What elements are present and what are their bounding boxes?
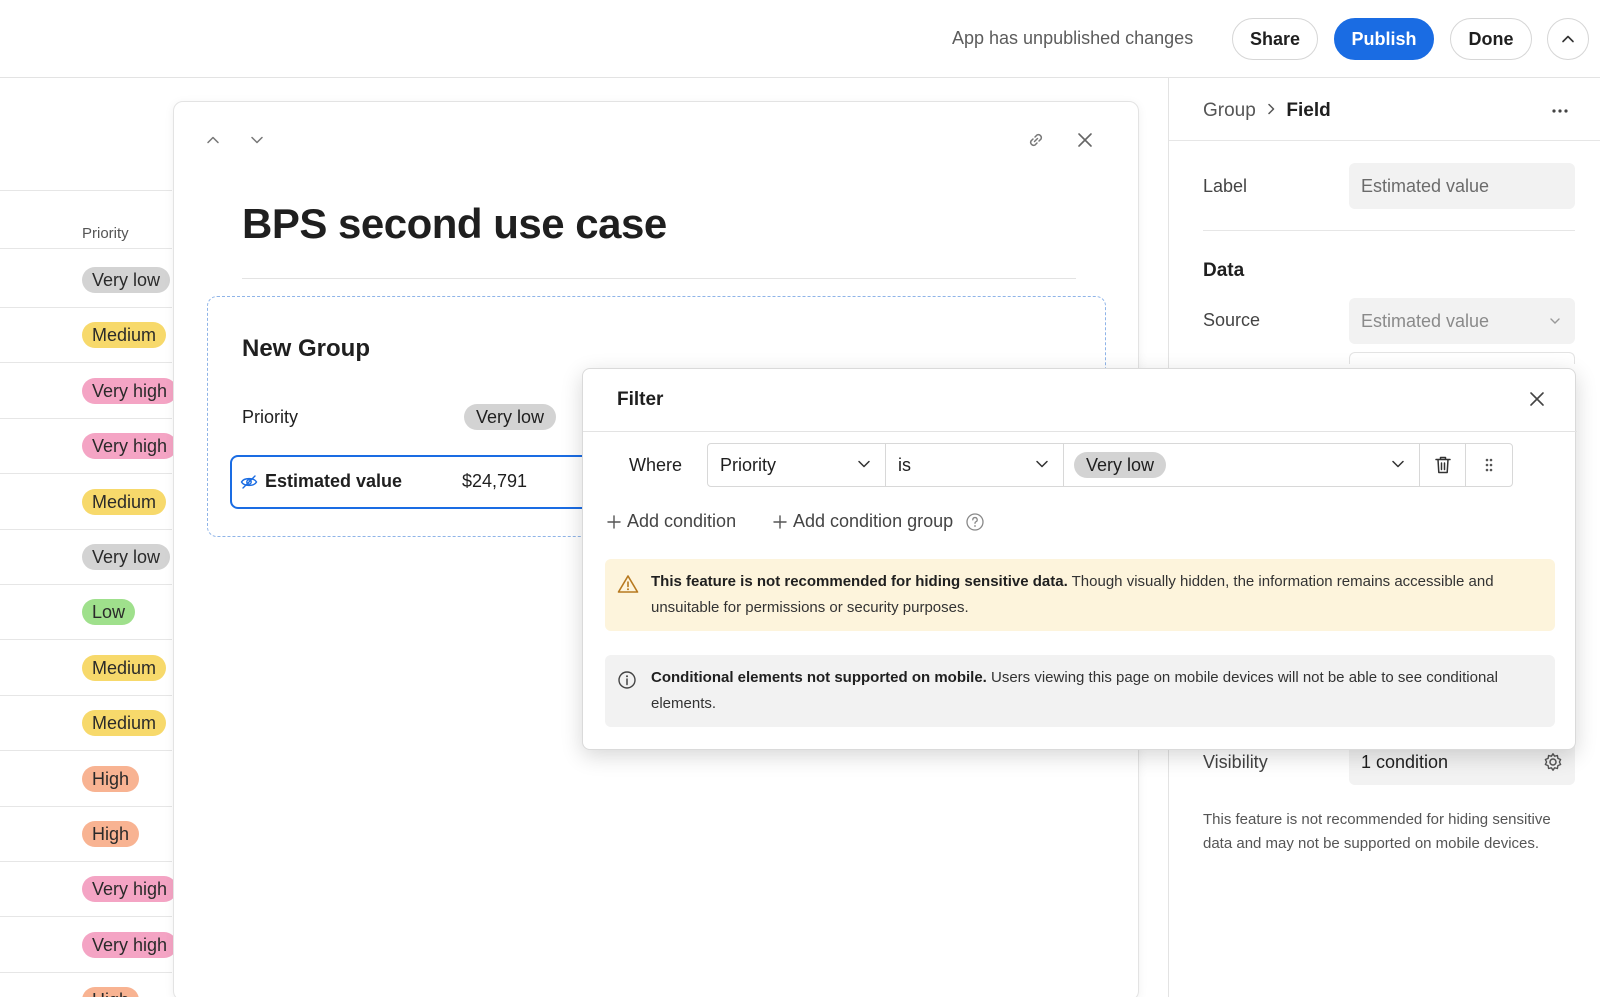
hidden-eye-icon [240,475,258,489]
source-property-label: Source [1203,310,1261,330]
breadcrumb-field: Field [1286,100,1331,121]
chevron-up-icon [207,136,219,144]
label-property-label: Label [1203,176,1248,196]
info-bold-text: Conditional elements not supported on mo… [651,669,987,686]
trash-icon [1434,456,1451,474]
chevron-down-icon [1550,318,1560,324]
estimated-value-amount: $24,791 [462,471,528,491]
drag-handle-icon [1485,458,1493,472]
publish-button[interactable]: Publish [1334,18,1434,60]
drag-handle[interactable] [1466,444,1512,486]
add-condition-group-button[interactable]: Add condition group [773,511,985,532]
condition-operator-select[interactable]: is [886,444,1064,486]
priority-field-label: Priority [242,407,299,427]
plus-icon [607,514,621,529]
info-icon [618,671,636,689]
source-select-value: Estimated value [1361,311,1490,331]
chevron-down-icon [1392,460,1404,468]
priority-pill: Very high [82,876,178,903]
chevron-down-icon [251,136,263,144]
help-icon[interactable] [965,512,985,532]
visibility-conditions-value: 1 condition [1361,752,1449,772]
done-button[interactable]: Done [1450,18,1532,60]
estimated-value-label: Estimated value [265,471,403,491]
priority-pill: Very high [82,377,178,404]
close-filter-button[interactable] [1525,387,1549,411]
unpublished-status: App has unpublished changes [952,28,1194,48]
breadcrumb: Group Field [1203,100,1331,122]
chevron-right-icon [1268,103,1275,115]
close-icon [1078,133,1092,147]
priority-pill: High [82,987,140,997]
priority-pill: Medium [82,322,167,349]
add-condition-group-label: Add condition group [793,511,954,531]
top-bar: App has unpublished changes Share Publis… [0,0,1600,78]
gear-icon[interactable] [1543,752,1563,772]
close-record-button[interactable] [1071,126,1099,154]
next-record-button[interactable] [243,126,271,154]
column-header-priority[interactable]: Priority [82,225,129,242]
where-label: Where [629,455,683,475]
sensitive-data-warning: This feature is not recommended for hidi… [605,559,1555,631]
previous-record-button[interactable] [199,126,227,154]
data-section-heading: Data [1203,260,1245,281]
close-icon [1530,392,1544,406]
condition-value-chip: Very low [1074,452,1167,478]
condition-field-select[interactable]: Priority [708,444,886,486]
breadcrumb-group[interactable]: Group [1203,100,1256,121]
link-icon [1029,133,1043,147]
priority-pill: Very high [82,931,178,958]
add-condition-label: Add condition [627,511,737,531]
warning-icon [617,575,639,593]
mobile-support-info: Conditional elements not supported on mo… [605,655,1555,727]
estimated-value-field[interactable]: Estimated value $24,791 [230,455,600,509]
group-title: New Group [242,335,371,362]
more-options-icon[interactable] [1551,108,1569,114]
condition-row: Priority is Very low [707,443,1513,487]
delete-condition-button[interactable] [1420,444,1466,486]
priority-pill: Very low [82,267,171,293]
priority-pill: Very low [82,544,171,570]
add-condition-button[interactable]: Add condition [607,511,736,532]
chevron-up-icon [1562,35,1574,43]
source-select[interactable]: Estimated value [1349,298,1575,344]
plus-icon [773,514,787,529]
chevron-down-icon [1036,460,1048,468]
priority-pill: Medium [82,654,167,681]
filter-title: Filter [617,389,664,410]
visibility-property-label: Visibility [1203,752,1268,772]
priority-pill: High [82,821,140,847]
label-input[interactable]: Estimated value [1349,163,1575,209]
priority-pill: Medium [82,710,167,737]
priority-pill: High [82,765,140,792]
visibility-note: This feature is not recommended for hidi… [1203,811,1551,852]
copy-link-button[interactable] [1022,126,1050,154]
priority-pill: Very high [82,433,178,460]
next-property-edge [1349,352,1575,364]
priority-field-value: Very low [464,404,557,430]
title-divider [242,278,1076,279]
condition-value-select[interactable]: Very low [1064,444,1420,486]
record-title: BPS second use case [242,200,667,247]
chevron-down-icon [858,460,870,468]
records-list: Priority Very low Medium Very high Very hig… [0,78,178,997]
share-button[interactable]: Share [1232,18,1318,60]
collapse-button[interactable] [1547,18,1589,60]
priority-pill: Medium [82,488,167,515]
warning-bold-text: This feature is not recommended for hidi… [651,573,1068,590]
priority-pill: Low [82,599,136,626]
condition-field-value: Priority [720,454,777,475]
condition-operator-value: is [898,454,911,475]
filter-popover: Filter Where Priority is Very low Add co… [582,368,1577,750]
